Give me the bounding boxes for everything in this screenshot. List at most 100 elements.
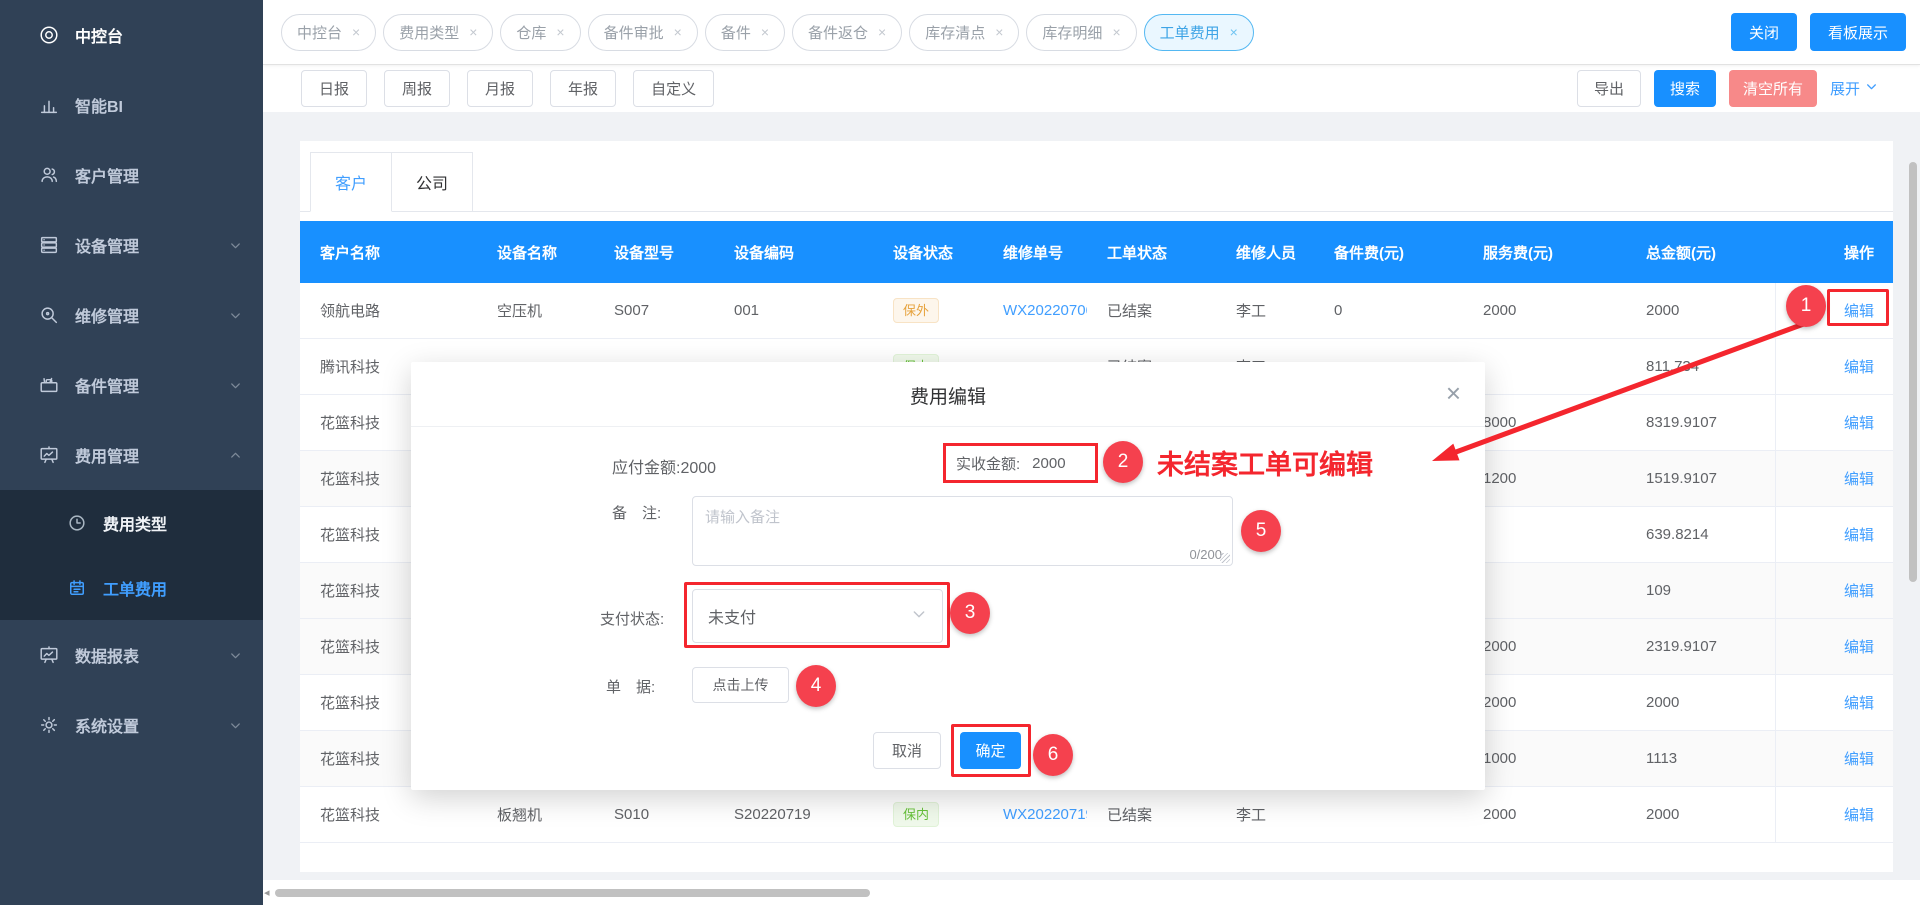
sidebar-item-console[interactable]: 中控台 bbox=[0, 0, 263, 70]
open-page-tags: 中控台×费用类型×仓库×备件审批×备件×备件返仓×库存清点×库存明细×工单费用× bbox=[281, 14, 1731, 51]
sidebar-item-parts[interactable]: 备件管理 bbox=[0, 350, 263, 420]
column-header: 维修人员 bbox=[1216, 242, 1314, 263]
close-icon[interactable]: × bbox=[1112, 25, 1120, 39]
close-icon[interactable]: × bbox=[352, 25, 360, 39]
close-icon[interactable]: × bbox=[674, 25, 682, 39]
period-button-3[interactable]: 月报 bbox=[467, 70, 533, 107]
edit-link[interactable]: 编辑 bbox=[1844, 300, 1874, 321]
close-button[interactable]: 关闭 bbox=[1731, 13, 1797, 51]
cell-total: 8319.9107 bbox=[1626, 395, 1775, 450]
edit-link[interactable]: 编辑 bbox=[1844, 356, 1874, 377]
period-button-1[interactable]: 日报 bbox=[301, 70, 367, 107]
table-row: 领航电路空压机S007001保外WX202207060001已结案李工02000… bbox=[300, 283, 1893, 339]
app-root: 中控台智能BI客户管理设备管理维修管理备件管理费用管理费用类型工单费用数据报表系… bbox=[0, 0, 1920, 905]
edit-link[interactable]: 编辑 bbox=[1844, 468, 1874, 489]
confirm-button[interactable]: 确定 bbox=[960, 732, 1021, 769]
page-tag-5[interactable]: 备件 × bbox=[705, 14, 785, 51]
close-icon[interactable]: × bbox=[469, 25, 477, 39]
sidebar-subitem-clock[interactable]: 费用类型 bbox=[0, 490, 263, 555]
cancel-button[interactable]: 取消 bbox=[873, 732, 941, 769]
sidebar-item-repair[interactable]: 维修管理 bbox=[0, 280, 263, 350]
tab-customer[interactable]: 客户 bbox=[310, 152, 392, 212]
export-button[interactable]: 导出 bbox=[1577, 70, 1641, 107]
cell-service_fee: 1000 bbox=[1463, 731, 1626, 786]
repair-order-link[interactable]: WX202207060001 bbox=[1003, 302, 1087, 319]
page-tag-4[interactable]: 备件审批× bbox=[588, 14, 698, 51]
sidebar-item-report[interactable]: 数据报表 bbox=[0, 620, 263, 690]
board-display-button[interactable]: 看板展示 bbox=[1810, 13, 1906, 51]
clear-all-button[interactable]: 清空所有 bbox=[1729, 70, 1817, 107]
repair-order-link[interactable]: WX202207190001 bbox=[1003, 806, 1087, 823]
period-button-4[interactable]: 年报 bbox=[550, 70, 616, 107]
edit-link[interactable]: 编辑 bbox=[1844, 804, 1874, 825]
cell-worker: 李工 bbox=[1216, 787, 1314, 842]
edit-link[interactable]: 编辑 bbox=[1844, 412, 1874, 433]
cell-work_status: 已结案 bbox=[1087, 283, 1216, 338]
sidebar-item-label: 设备管理 bbox=[75, 233, 228, 257]
page-tag-1[interactable]: 中控台× bbox=[281, 14, 376, 51]
edit-link[interactable]: 编辑 bbox=[1844, 524, 1874, 545]
cell-service_fee bbox=[1463, 339, 1626, 394]
close-icon[interactable]: × bbox=[556, 25, 564, 39]
sidebar-subitem-calendar[interactable]: 工单费用 bbox=[0, 555, 263, 620]
page-tag-9[interactable]: 工单费用× bbox=[1144, 14, 1254, 51]
pay-status-value: 未支付 bbox=[708, 604, 756, 628]
chevron-down-icon bbox=[911, 606, 927, 627]
close-icon[interactable]: × bbox=[995, 25, 1003, 39]
cell-service_fee: 2000 bbox=[1463, 787, 1626, 842]
device-status-tag: 保外 bbox=[893, 298, 939, 324]
close-icon[interactable]: × bbox=[878, 25, 886, 39]
resize-grip-icon[interactable] bbox=[1220, 553, 1230, 563]
close-icon[interactable]: × bbox=[761, 25, 769, 39]
period-buttons: 日报周报月报年报自定义 bbox=[301, 70, 731, 107]
upload-button[interactable]: 点击上传 bbox=[692, 667, 789, 703]
page-tag-label: 备件 bbox=[721, 22, 751, 43]
edit-link[interactable]: 编辑 bbox=[1844, 636, 1874, 657]
period-button-5[interactable]: 自定义 bbox=[633, 70, 714, 107]
expand-toggle[interactable]: 展开 bbox=[1830, 78, 1878, 99]
column-header: 服务费(元) bbox=[1463, 242, 1626, 263]
remark-counter: 0/200 bbox=[1189, 547, 1222, 562]
chevron-up-icon bbox=[228, 448, 243, 463]
edit-link[interactable]: 编辑 bbox=[1844, 748, 1874, 769]
cell-total: 2000 bbox=[1626, 283, 1775, 338]
cell-code: 001 bbox=[714, 283, 873, 338]
dialog-divider bbox=[411, 426, 1485, 427]
page-tag-label: 库存清点 bbox=[925, 22, 985, 43]
receipt-label: 单 据: bbox=[606, 676, 655, 697]
search-button[interactable]: 搜索 bbox=[1654, 70, 1716, 107]
cell-status: 保外 bbox=[873, 283, 983, 338]
annotation-note: 未结案工单可编辑 bbox=[1157, 443, 1373, 482]
close-icon[interactable]: × bbox=[1230, 25, 1238, 39]
remark-textarea[interactable]: 请输入备注 0/200 bbox=[692, 496, 1233, 566]
top-tags-bar: 中控台×费用类型×仓库×备件审批×备件×备件返仓×库存清点×库存明细×工单费用×… bbox=[263, 0, 1920, 65]
tab-company[interactable]: 公司 bbox=[392, 152, 473, 212]
horizontal-scrollbar[interactable] bbox=[275, 889, 870, 897]
received-amount-field[interactable]: 实收金额: 2000 bbox=[943, 443, 1098, 483]
sidebar-item-expense[interactable]: 费用管理 bbox=[0, 420, 263, 490]
close-icon[interactable]: × bbox=[1446, 380, 1461, 406]
edit-link[interactable]: 编辑 bbox=[1844, 692, 1874, 713]
page-tag-8[interactable]: 库存明细× bbox=[1026, 14, 1136, 51]
page-tag-7[interactable]: 库存清点 × bbox=[909, 14, 1019, 51]
page-tag-3[interactable]: 仓库× bbox=[500, 14, 580, 51]
sidebar-item-device[interactable]: 设备管理 bbox=[0, 210, 263, 280]
expense-icon bbox=[38, 444, 60, 466]
sidebar-item-settings[interactable]: 系统设置 bbox=[0, 690, 263, 760]
page-tag-6[interactable]: 备件返仓× bbox=[792, 14, 902, 51]
vertical-scrollbar[interactable] bbox=[1909, 162, 1917, 582]
period-button-2[interactable]: 周报 bbox=[384, 70, 450, 107]
scroll-left-arrow-icon[interactable]: ◂ bbox=[264, 886, 270, 899]
column-header: 备件费(元) bbox=[1314, 242, 1463, 263]
device-icon bbox=[38, 234, 60, 256]
sidebar-item-customer[interactable]: 客户管理 bbox=[0, 140, 263, 210]
cell-total: 2000 bbox=[1626, 675, 1775, 730]
edit-link[interactable]: 编辑 bbox=[1844, 580, 1874, 601]
cell-service_fee: 1200 bbox=[1463, 451, 1626, 506]
cell-service_fee bbox=[1463, 563, 1626, 618]
sidebar-item-bi[interactable]: 智能BI bbox=[0, 70, 263, 140]
pay-status-select[interactable]: 未支付 bbox=[692, 589, 943, 643]
cell-total: 109 bbox=[1626, 563, 1775, 618]
page-tag-2[interactable]: 费用类型× bbox=[383, 14, 493, 51]
nav-actions: 关闭 看板展示 bbox=[1731, 13, 1906, 51]
